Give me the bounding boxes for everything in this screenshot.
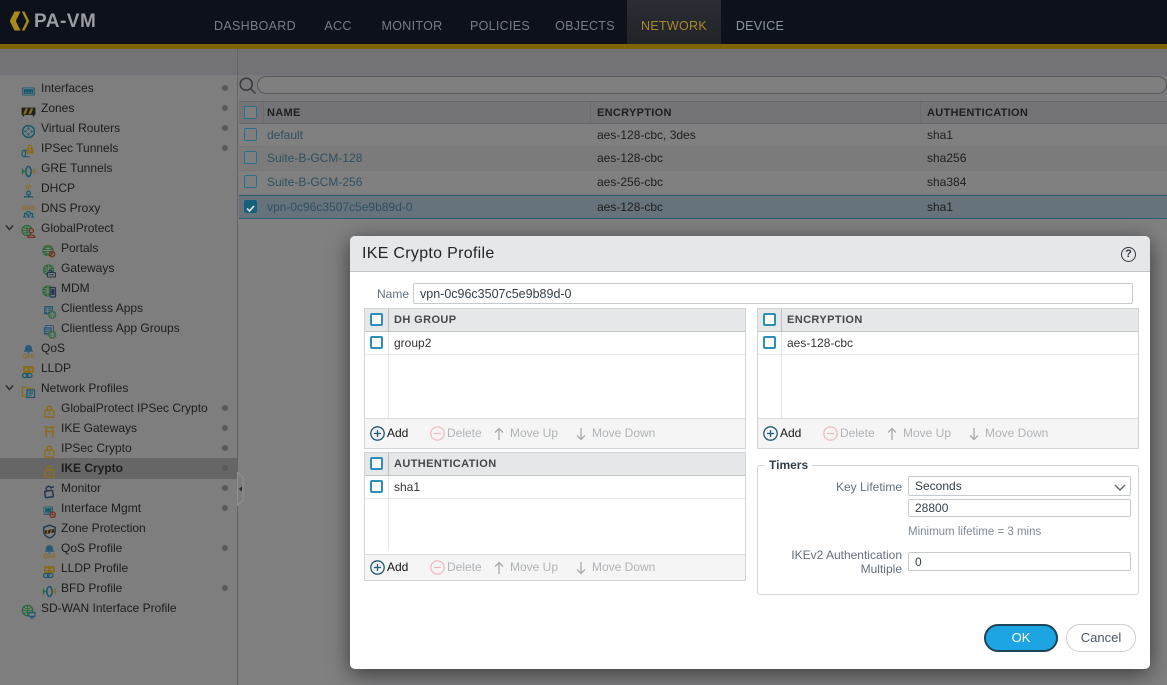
svg-text:IP: IP (25, 185, 32, 192)
